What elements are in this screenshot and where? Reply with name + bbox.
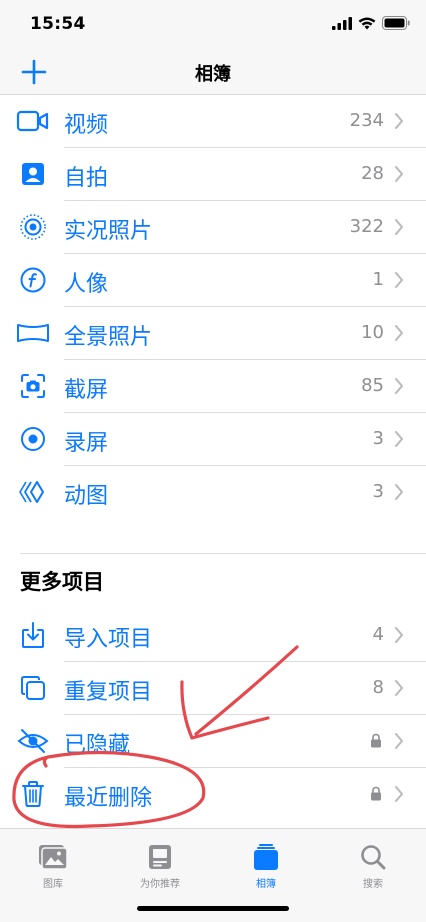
more-row-hidden[interactable]: 已隐藏: [0, 715, 426, 768]
tab-label: 搜索: [363, 879, 383, 890]
screen-recording-icon: [16, 425, 50, 453]
row-count: 85: [361, 375, 384, 396]
chevron-right-icon: [395, 378, 403, 394]
tab-label: 为你推荐: [140, 879, 180, 890]
chevron-right-icon: [395, 325, 403, 341]
wifi-icon: [358, 17, 376, 29]
import-icon: [16, 621, 50, 649]
lock-icon: [371, 733, 381, 748]
status-time: 15:54: [30, 14, 86, 34]
status-icons: [332, 16, 410, 30]
lock-icon: [371, 786, 381, 801]
row-label: 已隐藏: [64, 733, 131, 758]
portrait-selfie-icon: [16, 160, 50, 188]
media-type-row-live-photos[interactable]: 实况照片 322: [0, 201, 426, 254]
chevron-right-icon: [395, 272, 403, 288]
row-count: 4: [372, 624, 384, 645]
video-icon: [16, 107, 50, 135]
row-label: 录屏: [64, 431, 109, 456]
trash-icon: [16, 780, 50, 808]
media-type-row-screen-recordings[interactable]: 录屏 3: [0, 413, 426, 466]
live-photo-icon: [16, 213, 50, 241]
duplicates-icon: [16, 674, 50, 702]
section-title-more: 更多项目: [20, 570, 104, 594]
chevron-right-icon: [395, 786, 403, 802]
row-count: 322: [349, 216, 384, 237]
section-divider: [20, 553, 426, 554]
row-label: 实况照片: [64, 219, 153, 244]
row-label: 自拍: [64, 166, 109, 191]
media-type-row-portrait[interactable]: 人像 1: [0, 254, 426, 307]
chevron-right-icon: [395, 219, 403, 235]
animated-icon: [16, 478, 50, 506]
row-label: 重复项目: [64, 680, 153, 705]
more-row-imports[interactable]: 导入项目 4: [0, 609, 426, 662]
panorama-icon: [16, 319, 50, 347]
row-label: 导入项目: [64, 627, 153, 652]
row-label: 全景照片: [64, 325, 153, 350]
home-indicator: [137, 906, 289, 911]
row-count: 3: [372, 481, 384, 502]
albums-icon: [254, 844, 278, 870]
row-count: 28: [361, 163, 384, 184]
tab-albums[interactable]: 相簿: [226, 843, 306, 890]
hidden-eye-icon: [16, 727, 50, 755]
cellular-signal-icon: [332, 16, 352, 30]
chevron-right-icon: [395, 733, 403, 749]
navigation-bar: 相簿: [0, 48, 426, 95]
media-type-row-selfie[interactable]: 自拍 28: [0, 148, 426, 201]
screenshot-icon: [16, 372, 50, 400]
row-label: 最近删除: [64, 786, 153, 811]
row-count: 234: [349, 110, 384, 131]
row-count: 1: [372, 269, 384, 290]
row-label: 截屏: [64, 378, 109, 403]
chevron-right-icon: [395, 431, 403, 447]
chevron-right-icon: [395, 627, 403, 643]
more-row-duplicates[interactable]: 重复项目 8: [0, 662, 426, 715]
battery-icon: [382, 16, 410, 30]
chevron-right-icon: [395, 680, 403, 696]
media-type-row-screenshots[interactable]: 截屏 85: [0, 360, 426, 413]
row-label: 动图: [64, 484, 109, 509]
tab-search[interactable]: 搜索: [333, 843, 413, 890]
media-type-row-video[interactable]: 视频 234: [0, 95, 426, 148]
chevron-right-icon: [395, 484, 403, 500]
more-row-recently-deleted[interactable]: 最近删除: [0, 768, 426, 821]
row-count: 10: [361, 322, 384, 343]
for-you-icon: [149, 845, 171, 869]
row-label: 视频: [64, 113, 109, 138]
row-count: 3: [372, 428, 384, 449]
status-bar: 15:54: [0, 0, 426, 48]
page-title: 相簿: [195, 64, 231, 85]
row-count: 8: [372, 677, 384, 698]
tab-for-you[interactable]: 为你推荐: [120, 843, 200, 890]
tab-label: 相簿: [256, 879, 276, 890]
chevron-right-icon: [395, 113, 403, 129]
photo-library-icon: [39, 845, 68, 870]
chevron-right-icon: [395, 166, 403, 182]
media-type-row-animated[interactable]: 动图 3: [0, 466, 426, 519]
tab-label: 图库: [43, 879, 63, 890]
portrait-f-icon: [16, 266, 50, 294]
media-type-row-panorama[interactable]: 全景照片 10: [0, 307, 426, 360]
search-icon: [361, 845, 386, 870]
tab-library[interactable]: 图库: [13, 843, 93, 890]
row-label: 人像: [64, 272, 109, 297]
